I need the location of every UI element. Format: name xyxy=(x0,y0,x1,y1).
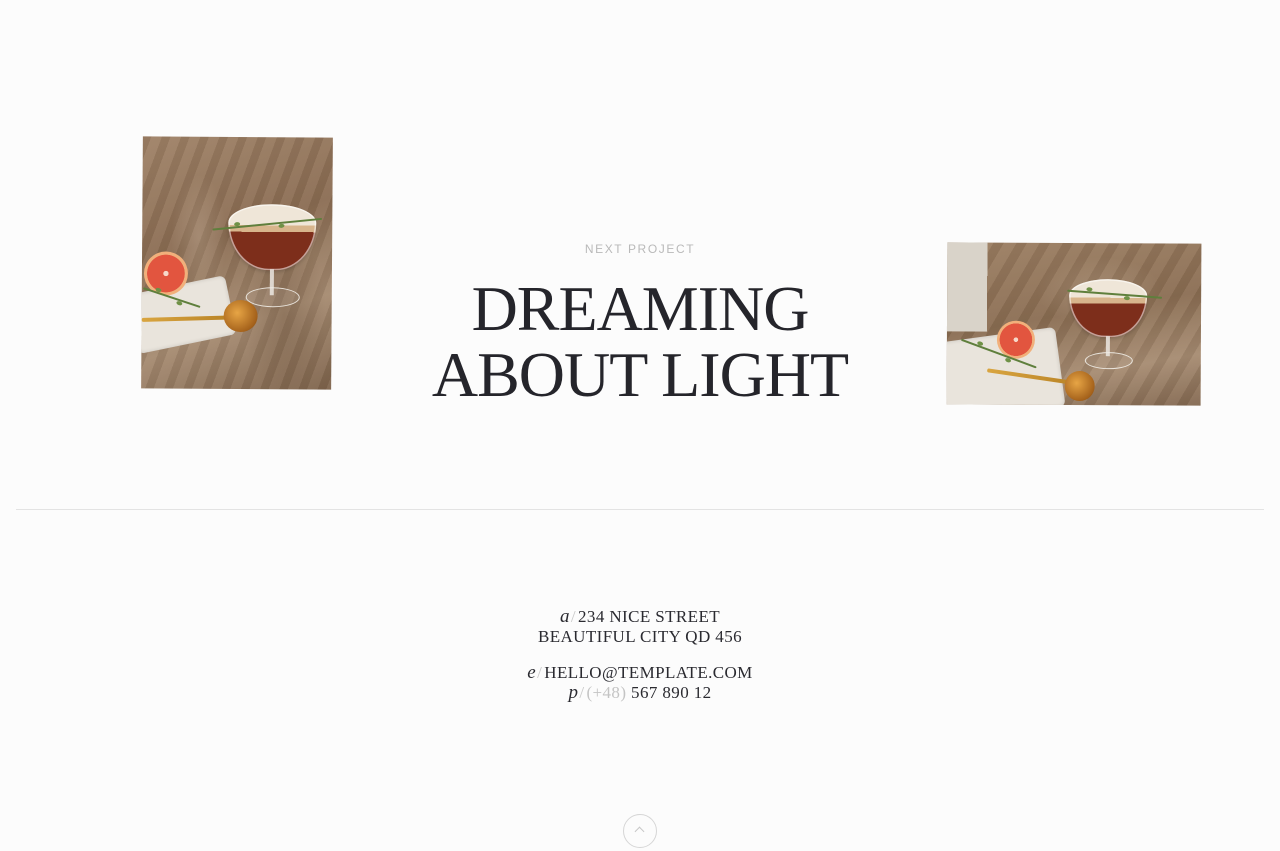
phone-number: 567 890 12 xyxy=(631,683,712,702)
phone-prefix: p xyxy=(568,682,579,703)
email-link[interactable]: HELLO@TEMPLATE.COM xyxy=(544,663,752,682)
glass-base xyxy=(1084,352,1133,370)
back-to-top-button[interactable] xyxy=(623,814,657,848)
address-line-1: a/234 NICE STREET xyxy=(0,607,1280,627)
separator-slash: / xyxy=(570,607,577,626)
email-prefix: e xyxy=(527,662,537,683)
phone-link[interactable]: (+48) 567 890 12 xyxy=(586,683,711,702)
cocktail-glass xyxy=(1068,278,1148,338)
section-divider xyxy=(16,509,1264,510)
next-project-photo-right[interactable] xyxy=(946,242,1202,406)
contact-info: a/234 NICE STREET BEAUTIFUL CITY QD 456 … xyxy=(0,607,1280,703)
phone-line: p/(+48) 567 890 12 xyxy=(0,683,1280,703)
email-line: e/HELLO@TEMPLATE.COM xyxy=(0,663,1280,683)
separator-slash: / xyxy=(537,663,543,682)
cocktail-glass xyxy=(227,203,317,271)
address-street: 234 NICE STREET xyxy=(578,607,721,626)
phone-country-code: (+48) xyxy=(586,683,627,702)
address-line-2: BEAUTIFUL CITY QD 456 xyxy=(537,627,743,646)
next-project-section: NEXT PROJECT DREAMING ABOUT LIGHT xyxy=(0,0,1280,510)
separator-slash: / xyxy=(579,683,585,702)
copper-scoop xyxy=(1064,370,1095,402)
address-prefix: a xyxy=(559,606,570,627)
